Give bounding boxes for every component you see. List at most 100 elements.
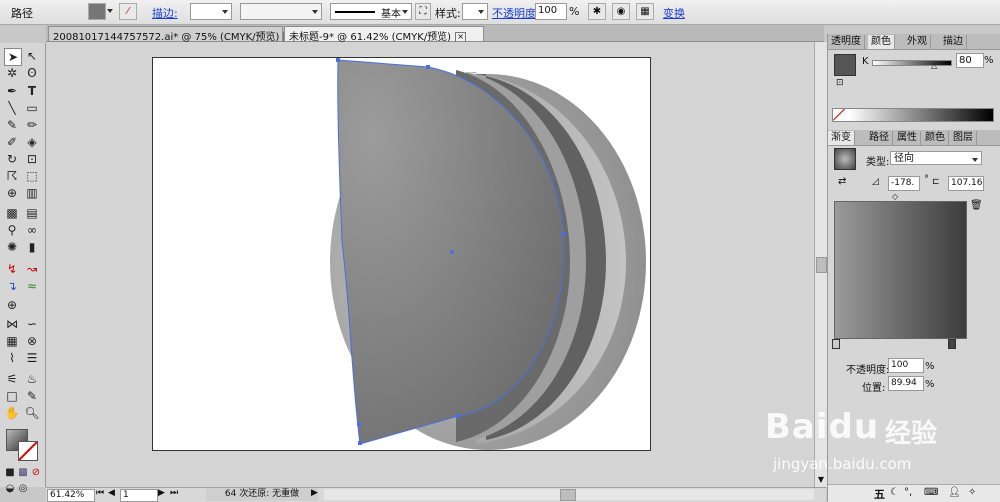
lasso-tool-icon[interactable]: ʘ — [24, 65, 40, 81]
knife-tool-icon[interactable]: ⚟ — [4, 371, 20, 387]
gradient-slider[interactable] — [834, 201, 967, 339]
reverse-gradient-icon[interactable]: ⇄ — [838, 176, 846, 187]
zoom-tool-icon[interactable]: 🔍︎ — [24, 405, 40, 421]
chart-tool-icon[interactable]: ▦ — [4, 333, 20, 349]
scale-tool-icon[interactable]: ⊡ — [24, 151, 40, 167]
stop-opacity-input[interactable]: 100 — [888, 358, 924, 373]
tab-transparency[interactable]: 透明度 — [828, 35, 865, 49]
tab-layers[interactable]: 图层 — [950, 131, 977, 145]
tab-stroke[interactable]: 描边 — [940, 35, 967, 49]
envelope-tool-icon[interactable]: ⋈ — [4, 316, 20, 332]
tab-color[interactable]: 颜色 — [868, 35, 895, 49]
delete-stop-icon[interactable]: 🗑︎ — [970, 200, 983, 211]
keyboard-icon[interactable]: ⌨ — [924, 487, 938, 498]
blend-tool-icon[interactable]: ∞ — [24, 222, 40, 238]
mesh-tool-icon[interactable]: ▩ — [4, 205, 20, 221]
tab-color-2[interactable]: 颜色 — [922, 131, 949, 145]
crosshair-tool-icon[interactable]: ⊕ — [4, 297, 20, 313]
blob-brush-tool-icon[interactable]: ✐ — [4, 134, 20, 150]
horizontal-scrollbar[interactable] — [324, 489, 814, 501]
pencil-tool-icon[interactable]: ✏ — [24, 117, 40, 133]
hscroll-thumb[interactable] — [560, 489, 576, 501]
screen-mode-icon[interactable]: ◎ — [15, 481, 31, 497]
angle-input[interactable]: -178. — [888, 176, 920, 191]
tab-appearance[interactable]: 外观 — [904, 35, 931, 49]
tab-document-2[interactable]: 未标题-9* @ 61.42% (CMYK/预览) × — [284, 26, 484, 43]
tab-attributes[interactable]: 属性 — [894, 131, 921, 145]
wave-tool-icon[interactable]: ∽ — [24, 316, 40, 332]
color-spectrum[interactable] — [832, 108, 994, 122]
gradient-type-select[interactable]: 径向 — [890, 151, 982, 165]
artboard-field[interactable]: 1 — [120, 489, 158, 502]
stroke-none-icon[interactable] — [18, 441, 38, 461]
rectangle-tool-icon[interactable]: ▭ — [24, 100, 40, 116]
punctuation-icon[interactable]: °, — [904, 487, 912, 498]
canvas-area[interactable] — [46, 42, 814, 487]
first-page-icon[interactable]: ⏮ — [96, 488, 104, 498]
tab-document-1[interactable]: 20081017144757572.ai* @ 75% (CMYK/预览)× — [48, 26, 295, 43]
selection-tool-icon[interactable]: ➤ — [4, 48, 22, 66]
none-color-icon[interactable] — [833, 109, 845, 121]
aspect-ratio-input[interactable]: 107.16 — [948, 176, 984, 191]
moon-icon[interactable]: ☾ — [890, 487, 899, 498]
user-icon[interactable]: 👤︎ — [948, 487, 961, 498]
variable-width-dropdown[interactable] — [240, 3, 322, 20]
stroke-none-swatch[interactable]: ⁄ — [119, 3, 137, 20]
list-tool-icon[interactable]: ☰ — [24, 350, 40, 366]
paintbrush-tool-icon[interactable]: ✎ — [4, 117, 20, 133]
warp-tool-icon[interactable]: ☈ — [4, 168, 20, 184]
gradient-stop-right[interactable] — [948, 339, 956, 349]
prev-page-icon[interactable]: ◀ — [108, 488, 115, 498]
perspective-grid-tool-icon[interactable]: ▥ — [24, 185, 40, 201]
zoom-field[interactable]: 61.42% — [47, 489, 95, 502]
gradient-stop-left[interactable] — [832, 339, 840, 349]
shape-builder-tool-icon[interactable]: ⊕ — [4, 185, 20, 201]
column-graph-tool-icon[interactable]: ▮ — [24, 239, 40, 255]
ime-indicator[interactable]: 五 — [874, 486, 885, 502]
slice-tool-icon[interactable]: ↝ — [24, 261, 40, 277]
stroke-link[interactable]: 描边: — [152, 5, 178, 21]
midpoint-diamond-icon[interactable]: ◇ — [892, 192, 898, 201]
spiral-tool-icon[interactable]: ≈ — [24, 278, 40, 294]
close-icon[interactable]: × — [455, 31, 467, 43]
scroll-thumb[interactable] — [816, 257, 827, 273]
free-transform-tool-icon[interactable]: ⬚ — [24, 168, 40, 184]
hand-tool-icon[interactable]: ✋ — [4, 405, 20, 421]
fill-swatch[interactable] — [88, 3, 106, 20]
next-page-icon[interactable]: ▶ — [158, 488, 165, 498]
opacity-link[interactable]: 不透明度: — [492, 5, 540, 21]
opacity-input[interactable]: 100 — [535, 3, 567, 20]
type-tool-icon[interactable]: T — [24, 83, 40, 99]
tab-gradient[interactable]: 渐变 — [828, 131, 855, 145]
crop-tool-icon[interactable]: □ — [4, 388, 20, 404]
symbol-sprayer-tool-icon[interactable]: ✺ — [4, 239, 20, 255]
last-page-icon[interactable]: ⏭ — [170, 488, 178, 498]
align-icon[interactable]: ▦ — [636, 3, 654, 20]
eraser-tool-icon[interactable]: ◈ — [24, 134, 40, 150]
rotate-tool-icon[interactable]: ↻ — [4, 151, 20, 167]
magic-wand-tool-icon[interactable]: ✲ — [4, 65, 20, 81]
tab-pathfinder[interactable]: 路径 — [866, 131, 893, 145]
brush-dropdown[interactable]: 基本 — [330, 3, 412, 20]
fill-dropdown[interactable] — [106, 3, 116, 20]
transform-link[interactable]: 变换 — [663, 5, 685, 21]
pen-tool-icon[interactable]: ✒ — [4, 83, 20, 99]
line-tool-icon[interactable]: ╲ — [4, 100, 20, 116]
artboard-tool-icon[interactable]: ↯ — [4, 261, 20, 277]
pen-sample-tool-icon[interactable]: ✎ — [24, 388, 40, 404]
document-setup-icon[interactable]: ◉ — [612, 3, 630, 20]
path-tool-icon[interactable]: ⌇ — [4, 350, 20, 366]
settings-icon[interactable]: ✧ — [968, 487, 976, 498]
style-dropdown[interactable] — [462, 3, 488, 20]
gradient-preview[interactable] — [834, 148, 856, 170]
eyedropper-tool-icon[interactable]: ⚲ — [4, 222, 20, 238]
k-slider-thumb[interactable]: △ — [931, 61, 937, 70]
status-menu-icon[interactable]: ▶ — [311, 488, 318, 498]
k-slider[interactable] — [872, 60, 952, 66]
globe-tool-icon[interactable]: ⊗ — [24, 333, 40, 349]
k-value-input[interactable]: 80 — [956, 53, 984, 68]
direct-selection-tool-icon[interactable]: ↖ — [24, 48, 40, 64]
fill-color-box[interactable] — [834, 54, 856, 76]
brush-stroke-tool-icon[interactable]: ♨ — [24, 371, 40, 387]
rotate-3d-tool-icon[interactable]: ↴ — [4, 278, 20, 294]
